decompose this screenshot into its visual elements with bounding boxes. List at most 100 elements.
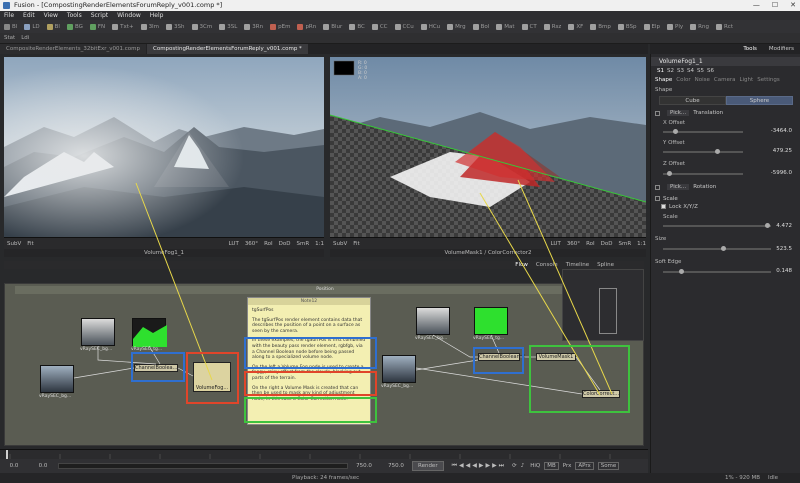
rotation-checkbox[interactable] [655,184,660,190]
note-box-red [244,371,377,396]
note-paragraph-1: The tgSurfPos render element contains da… [252,317,363,334]
subtab-light[interactable]: Light [739,77,753,83]
set-tabs: S1 S2 S3 S4 S5 S6 [657,68,714,74]
tool-header[interactable]: VolumeFog1_1 [651,57,800,66]
x-offset-slider[interactable] [663,129,743,134]
scale-row: Scale [655,196,678,202]
hiq-button[interactable]: HiQ [530,463,540,469]
scale-knob[interactable] [765,223,770,228]
inspector-tabs: Tools Modifiers [650,44,800,54]
render-button[interactable]: Render [412,461,444,471]
toolbar-button-rct[interactable]: Rct [715,23,733,30]
size-value[interactable]: 523.5 [776,246,792,252]
highlight-box-red [186,352,239,404]
toolbar-button-ply[interactable]: Ply [667,23,684,30]
lock-row: Lock X/Y/Z [661,204,698,210]
translation-checkbox[interactable] [655,110,660,116]
x-offset-value[interactable]: -3464.0 [771,128,792,134]
selective-update-button[interactable]: Some [597,462,620,470]
memory-status: 1% - 920 MB [725,475,760,481]
transport-bar: 0.0 0.0 750.0 750.0 Render ⏮◀◀◀▶▶▶⏭ ⟳ ♪ … [0,459,648,473]
audio-icon[interactable]: ♪ [521,463,525,469]
set-4[interactable]: S4 [687,68,694,74]
scale-value[interactable]: 4.472 [776,223,792,229]
set-5[interactable]: S5 [697,68,704,74]
y-offset-value[interactable]: 479.25 [773,148,792,154]
scale-sub-label: Scale [663,214,678,220]
x-offset-label: X Offset [663,120,686,126]
inspector-panel: VolumeFog1_1 S1 S2 S3 S4 S5 S6 Shape Col… [650,54,800,473]
playback-controls[interactable]: ⏮◀◀◀▶▶▶⏭ [452,462,507,470]
soft-edge-knob[interactable] [679,269,684,274]
loop-icon[interactable]: ⟳ [512,463,517,469]
note-heading: tgSurfPos [252,308,274,313]
z-offset-slider[interactable] [663,171,743,176]
lock-xyz-checkbox[interactable] [661,204,666,209]
subtab-camera[interactable]: Camera [714,77,736,83]
tab-modifiers[interactable]: Modifiers [763,44,800,54]
motion-blur-button[interactable]: MB [544,462,559,470]
render-start-field[interactable]: 0.0 [28,463,58,469]
shape-selector: Cube Sphere [659,96,793,105]
playback-status: Playback: 24 frames/sec [292,475,360,481]
global-end-field[interactable]: 750.0 [380,463,412,469]
range-slider[interactable] [58,463,348,469]
y-offset-slider[interactable] [663,149,743,154]
size-knob[interactable] [721,246,726,251]
section-shape-label: Shape [655,87,673,93]
set-2[interactable]: S2 [667,68,674,74]
soft-edge-slider[interactable] [663,269,771,274]
soft-edge-value[interactable]: 0.148 [776,268,792,274]
z-offset-knob[interactable] [667,171,672,176]
set-1[interactable]: S1 [657,68,664,74]
minimize-button[interactable]: — [753,0,760,11]
size-slider[interactable] [663,246,771,251]
tab-tools[interactable]: Tools [737,44,763,54]
subtab-shape[interactable]: Shape [655,77,672,83]
note-box-green [244,397,377,423]
sub-tabs: Shape Color Noise Camera Light Settings [655,77,780,83]
pick-rotation-button[interactable]: Pick... [667,184,690,190]
tool-icon [715,23,722,30]
render-end-field[interactable]: 750.0 [348,463,380,469]
toolbar-button-label: Ply [675,23,684,30]
toolbar-button-label: Rct [723,23,733,30]
close-button[interactable]: ✕ [790,0,796,11]
highlight-box-green [529,345,630,413]
z-offset-label: Z Offset [663,161,686,167]
set-3[interactable]: S3 [677,68,684,74]
subtab-color[interactable]: Color [676,77,690,83]
x-offset-knob[interactable] [673,129,678,134]
toolbar-button-rng[interactable]: Rng [690,23,709,30]
rotation-row: Pick... Rotation [655,184,716,190]
subtab-settings[interactable]: Settings [757,77,780,83]
toolbar-button-label: Elp [651,23,661,30]
note-title: Note12 [248,298,370,305]
set-6[interactable]: S6 [707,68,714,74]
proxy-button[interactable]: Prx [563,463,572,469]
rotation-label: Rotation [693,184,717,190]
shape-sphere-button[interactable]: Sphere [726,96,793,105]
auto-proxy-button[interactable]: APrx [575,462,594,470]
scale-label: Scale [663,196,678,202]
tool-icon [690,23,697,30]
toolbar-button-label: Rng [698,23,709,30]
translation-label: Translation [693,110,724,116]
z-offset-value[interactable]: -5996.0 [771,170,792,176]
pick-translation-button[interactable]: Pick... [667,110,690,116]
status-bar: Playback: 24 frames/sec 1% - 920 MB Idle [0,473,800,483]
time-ruler[interactable] [0,449,648,459]
subtab-noise[interactable]: Noise [695,77,710,83]
global-start-field[interactable]: 0.0 [0,463,28,469]
idle-status: Idle [768,475,779,481]
translation-row: Pick... Translation [655,110,723,116]
y-offset-knob[interactable] [715,149,720,154]
note-box-blue [244,337,377,369]
size-label: Size [655,236,667,242]
scale-slider[interactable] [663,223,771,228]
tool-icon [667,23,674,30]
maximize-button[interactable]: ☐ [772,0,778,11]
scale-checkbox[interactable] [655,196,660,201]
tool-name: VolumeFog1_1 [659,58,703,65]
shape-cube-button[interactable]: Cube [659,96,726,105]
